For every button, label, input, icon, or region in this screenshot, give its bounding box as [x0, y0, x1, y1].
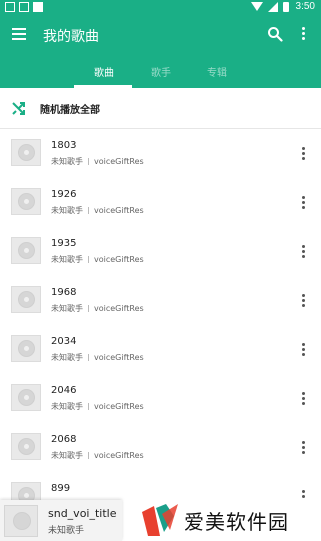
song-title: 899: [51, 483, 71, 494]
shuffle-icon: [12, 102, 25, 115]
song-artist: 未知歌手: [51, 304, 83, 313]
album-cover-icon: [11, 286, 41, 313]
song-more-icon[interactable]: [302, 196, 306, 210]
song-meta: 未知歌手 voiceGiftRes: [51, 156, 144, 167]
song-album: voiceGiftRes: [94, 157, 144, 166]
now-playing-artist: 未知歌手: [48, 526, 85, 536]
song-title: 2068: [51, 434, 77, 445]
tab-albums[interactable]: 专辑: [207, 64, 227, 79]
song-more-icon[interactable]: [302, 294, 306, 308]
status-time: 3:50: [295, 1, 315, 12]
status-bar: 3:50: [0, 0, 321, 15]
song-meta: 未知歌手 voiceGiftRes: [51, 450, 144, 461]
app-notification-icon-2: [33, 2, 43, 12]
signal-icon: [267, 1, 278, 12]
song-more-icon[interactable]: [302, 147, 306, 161]
notification-icon: [5, 2, 15, 12]
song-artist: 未知歌手: [51, 451, 83, 460]
more-vertical-icon[interactable]: [302, 27, 306, 41]
tab-bar: 歌曲 歌手 专辑: [0, 55, 321, 88]
song-row[interactable]: 1926 未知歌手 voiceGiftRes: [0, 178, 321, 227]
album-cover-icon: [11, 237, 41, 264]
song-row[interactable]: 1968 未知歌手 voiceGiftRes: [0, 276, 321, 325]
song-row[interactable]: 1803 未知歌手 voiceGiftRes: [0, 129, 321, 178]
song-more-icon[interactable]: [302, 343, 306, 357]
search-icon[interactable]: [267, 26, 283, 42]
song-artist: 未知歌手: [51, 353, 83, 362]
album-cover-icon: [11, 139, 41, 166]
song-more-icon[interactable]: [302, 441, 306, 455]
song-title: 2046: [51, 385, 77, 396]
song-artist: 未知歌手: [51, 402, 83, 411]
page-title: 我的歌曲: [43, 29, 99, 45]
album-cover-icon: [11, 335, 41, 362]
song-title: 1968: [51, 287, 77, 298]
song-artist: 未知歌手: [51, 206, 83, 215]
song-title: 1803: [51, 140, 77, 151]
album-cover-icon: [11, 384, 41, 411]
album-cover-icon: [11, 188, 41, 215]
song-artist: 未知歌手: [51, 157, 83, 166]
song-row[interactable]: 2046 未知歌手 voiceGiftRes: [0, 374, 321, 423]
song-title: 1926: [51, 189, 77, 200]
album-cover-icon: [11, 433, 41, 460]
shuffle-all-label: 随机播放全部: [40, 105, 100, 116]
song-row[interactable]: 2068 未知歌手 voiceGiftRes: [0, 423, 321, 472]
song-meta: 未知歌手 voiceGiftRes: [51, 303, 144, 314]
song-album: voiceGiftRes: [94, 353, 144, 362]
song-meta: 未知歌手 voiceGiftRes: [51, 352, 144, 363]
song-artist: 未知歌手: [51, 255, 83, 264]
watermark-logo-icon: [142, 504, 178, 536]
watermark-text: 爱美软件园: [184, 510, 289, 534]
song-album: voiceGiftRes: [94, 304, 144, 313]
app-toolbar: 我的歌曲: [0, 15, 321, 55]
now-playing-title: snd_voi_title: [48, 507, 117, 520]
tab-songs[interactable]: 歌曲: [94, 64, 114, 79]
hamburger-menu-icon[interactable]: [12, 28, 26, 40]
watermark: 爱美软件园: [138, 500, 321, 541]
shuffle-all-button[interactable]: 随机播放全部: [0, 88, 321, 129]
song-meta: 未知歌手 voiceGiftRes: [51, 254, 144, 265]
song-title: 2034: [51, 336, 77, 347]
song-album: voiceGiftRes: [94, 255, 144, 264]
tab-artists[interactable]: 歌手: [151, 64, 171, 79]
song-album: voiceGiftRes: [94, 451, 144, 460]
song-meta: 未知歌手 voiceGiftRes: [51, 205, 144, 216]
song-title: 1935: [51, 238, 77, 249]
song-row[interactable]: 2034 未知歌手 voiceGiftRes: [0, 325, 321, 374]
now-playing-cover-icon: [4, 505, 38, 537]
now-playing-bar[interactable]: snd_voi_title 未知歌手: [0, 500, 122, 541]
song-album: voiceGiftRes: [94, 206, 144, 215]
app-notification-icon: [19, 2, 29, 12]
song-album: voiceGiftRes: [94, 402, 144, 411]
wifi-icon: [250, 2, 263, 11]
song-row[interactable]: 1935 未知歌手 voiceGiftRes: [0, 227, 321, 276]
song-more-icon[interactable]: [302, 392, 306, 406]
song-meta: 未知歌手 voiceGiftRes: [51, 401, 144, 412]
song-more-icon[interactable]: [302, 245, 306, 259]
battery-icon: [282, 1, 289, 12]
